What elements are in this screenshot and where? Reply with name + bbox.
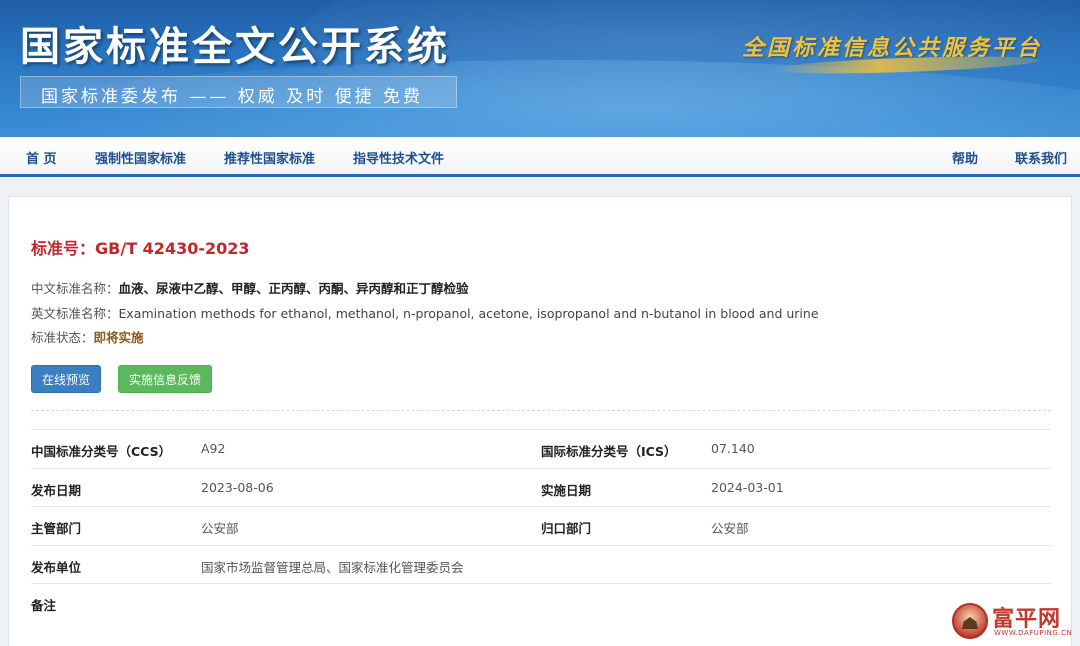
status-line: 标准状态：即将实施	[31, 327, 144, 346]
ics-label: 国际标准分类号（ICS）	[541, 444, 677, 459]
watermark-url: WWW.DAFUPING.CN	[994, 629, 1073, 637]
authority-label: 主管部门	[31, 521, 82, 536]
table-row: 中国标准分类号（CCS） A92 国际标准分类号（ICS） 07.140	[31, 430, 1051, 469]
cn-name-line: 中文标准名称：血液、尿液中乙醇、甲醇、正丙醇、丙酮、异丙醇和正丁醇检验	[31, 278, 469, 297]
ics-value: 07.140	[711, 441, 755, 456]
watermark-emblem-icon	[952, 603, 988, 639]
standard-detail-panel: 标准号：GB/T 42430-2023 中文标准名称：血液、尿液中乙醇、甲醇、正…	[8, 196, 1072, 646]
site-banner: 国家标准全文公开系统 国家标准委发布 —— 权威 及时 便捷 免费 全国标准信息…	[0, 0, 1080, 137]
table-row: 发布日期 2023-08-06 实施日期 2024-03-01	[31, 469, 1051, 507]
nav-guidance-documents[interactable]: 指导性技术文件	[353, 148, 444, 167]
table-row: 发布单位 国家市场监督管理总局、国家标准化管理委员会	[31, 546, 1051, 584]
detail-table: 中国标准分类号（CCS） A92 国际标准分类号（ICS） 07.140 发布日…	[31, 429, 1051, 623]
feedback-button[interactable]: 实施信息反馈	[118, 365, 213, 393]
nav-contact-us[interactable]: 联系我们	[1015, 148, 1067, 167]
publish-date-label: 发布日期	[31, 482, 82, 498]
remarks-label: 备注	[31, 598, 57, 613]
site-title: 国家标准全文公开系统	[20, 24, 450, 70]
nav-recommended-standards[interactable]: 推荐性国家标准	[224, 148, 315, 167]
table-row: 备注	[31, 584, 1051, 623]
ccs-label: 中国标准分类号（CCS）	[31, 444, 172, 459]
main-nav: 首 页 强制性国家标准 推荐性国家标准 指导性技术文件 帮助 联系我们	[0, 137, 1080, 177]
publish-date-value: 2023-08-06	[201, 479, 274, 495]
en-name-label: 英文标准名称：	[31, 306, 119, 321]
authority-value: 公安部	[201, 521, 239, 536]
site-subtitle-bar: 国家标准委发布 —— 权威 及时 便捷 免费	[20, 76, 457, 108]
ccs-value: A92	[201, 441, 226, 456]
en-name-line: 英文标准名称：Examination methods for ethanol, …	[31, 303, 819, 322]
site-subtitle: 国家标准委发布 —— 权威 及时 便捷 免费	[41, 87, 424, 107]
watermark-logo: 富平网 WWW.DAFUPING.CN	[952, 603, 1072, 641]
implement-date-value: 2024-03-01	[711, 479, 784, 495]
centralized-label: 归口部门	[541, 521, 592, 536]
standard-number: 标准号：GB/T 42430-2023	[31, 235, 250, 259]
implement-date-label: 实施日期	[541, 482, 592, 498]
nav-home[interactable]: 首 页	[26, 148, 57, 167]
cn-name-value: 血液、尿液中乙醇、甲醇、正丙醇、丙酮、异丙醇和正丁醇检验	[118, 281, 469, 296]
nav-help[interactable]: 帮助	[952, 148, 978, 167]
en-name-value: Examination methods for ethanol, methano…	[118, 306, 819, 321]
centralized-value: 公安部	[711, 521, 749, 536]
status-label: 标准状态：	[31, 330, 94, 345]
standard-number-label: 标准号：	[31, 239, 96, 258]
table-row: 主管部门 公安部 归口部门 公安部	[31, 507, 1051, 546]
online-preview-button[interactable]: 在线预览	[31, 365, 102, 393]
publisher-label: 发布单位	[31, 559, 82, 575]
status-value: 即将实施	[93, 330, 144, 345]
nav-mandatory-standards[interactable]: 强制性国家标准	[95, 148, 186, 167]
cn-name-label: 中文标准名称：	[31, 281, 119, 296]
standard-number-value: GB/T 42430-2023	[95, 239, 250, 258]
divider	[31, 410, 1051, 411]
publisher-value: 国家市场监督管理总局、国家标准化管理委员会	[201, 559, 464, 575]
